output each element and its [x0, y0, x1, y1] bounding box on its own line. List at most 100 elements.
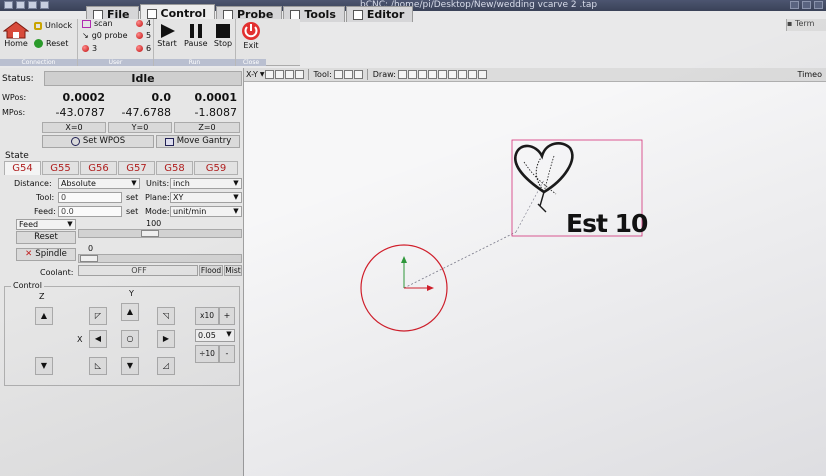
probe-icon[interactable] — [427, 70, 437, 79]
tool-set-button[interactable]: set — [126, 192, 138, 203]
pan-icon[interactable] — [343, 70, 353, 79]
set-wpos-button[interactable]: Set WPOS — [42, 135, 154, 148]
jog-home-button[interactable]: ○ — [121, 330, 139, 348]
arrow-left-icon: ◀ — [94, 334, 102, 343]
rapid-icon[interactable] — [447, 70, 457, 79]
gcode-canvas[interactable]: X-Y ▼ Tool: Draw: Timeo Est 10 — [244, 68, 826, 476]
workarea-icon[interactable] — [437, 70, 447, 79]
units-select[interactable]: inch ▼ — [170, 178, 242, 189]
zoom-out-icon[interactable] — [274, 70, 284, 79]
step-select[interactable]: 0.05 ▼ — [195, 329, 235, 342]
unlock-button[interactable]: Unlock — [34, 21, 72, 30]
folder-icon[interactable] — [16, 1, 25, 9]
step-plus-button[interactable]: + — [219, 307, 235, 325]
reset-button[interactable]: Reset — [34, 39, 68, 48]
slider-thumb[interactable] — [141, 230, 159, 237]
mpos-y: -47.6788 — [121, 105, 171, 119]
spindle-button[interactable]: ✕ Spindle — [16, 248, 76, 261]
plane-select[interactable]: XY ▼ — [170, 192, 242, 203]
user-button-4[interactable]: 4 — [136, 19, 151, 28]
quick-access-icons — [4, 1, 49, 9]
jog-z-down-button[interactable]: ▼ — [35, 357, 53, 375]
user-button-5[interactable]: 5 — [136, 31, 151, 40]
zoom-100-icon[interactable] — [294, 70, 304, 79]
tab-g55[interactable]: G55 — [42, 161, 79, 175]
close-window-icon[interactable] — [814, 1, 823, 9]
g0-probe-button[interactable]: ↘ g0 probe — [82, 31, 128, 40]
tab-g57[interactable]: G57 — [118, 161, 155, 175]
move-gantry-button[interactable]: Move Gantry — [156, 135, 240, 148]
step-multiply-button[interactable]: x10 — [195, 307, 219, 325]
step-minus-button[interactable]: - — [219, 345, 235, 363]
start-button[interactable]: Start — [157, 23, 177, 48]
arrow-up-left-icon: ◸ — [94, 311, 102, 320]
user-button-6[interactable]: 6 — [136, 44, 151, 53]
ruler-icon[interactable] — [353, 70, 363, 79]
home-button[interactable]: Home — [3, 21, 29, 48]
margin-icon[interactable] — [417, 70, 427, 79]
zero-x-button[interactable]: X=0 — [42, 122, 106, 133]
tab-editor[interactable]: Editor — [345, 6, 414, 22]
zoom-fit-icon[interactable] — [284, 70, 294, 79]
jog-z-up-button[interactable]: ▲ — [35, 307, 53, 325]
override-select[interactable]: Feed ▼ — [16, 219, 76, 230]
zero-y-button[interactable]: Y=0 — [108, 122, 172, 133]
arrow-down-right-icon: ◿ — [162, 361, 170, 370]
zero-z-button[interactable]: Z=0 — [174, 122, 240, 133]
grid-icon[interactable] — [407, 70, 417, 79]
tab-g56[interactable]: G56 — [80, 161, 117, 175]
feed-set-button[interactable]: set — [126, 206, 138, 217]
undo-icon[interactable] — [28, 1, 37, 9]
arrow-down-icon: ▼ — [40, 361, 48, 370]
arrow-up-icon: ▲ — [126, 307, 134, 316]
axes-icon[interactable] — [397, 70, 407, 79]
arrow-right-icon: ▶ — [162, 334, 170, 343]
flood-button[interactable]: Flood — [199, 265, 223, 276]
mpos-label: MPos: — [2, 107, 26, 117]
design-text: Est 10 — [566, 209, 648, 238]
exit-button[interactable]: Exit — [240, 21, 262, 50]
feed-override-slider[interactable] — [78, 229, 242, 238]
maximize-icon[interactable] — [802, 1, 811, 9]
feed-input[interactable]: 0.0 — [58, 206, 122, 217]
jog-down-left-button[interactable]: ◺ — [89, 357, 107, 375]
jog-x-right-button[interactable]: ▶ — [157, 330, 175, 348]
override-reset-button[interactable]: Reset — [16, 231, 76, 244]
jog-down-right-button[interactable]: ◿ — [157, 357, 175, 375]
tab-g59[interactable]: G59 — [194, 161, 238, 175]
step-divide-button[interactable]: ÷10 — [195, 345, 219, 363]
user-button-3[interactable]: 3 — [82, 44, 97, 53]
slider-thumb[interactable] — [80, 255, 98, 262]
zoom-in-icon[interactable] — [264, 70, 274, 79]
terminal-tab[interactable]: ▪ Term — [786, 19, 826, 31]
mist-button[interactable]: Mist — [224, 265, 242, 276]
mode-select[interactable]: unit/min ▼ — [170, 206, 242, 217]
control-icon — [146, 8, 157, 19]
dropdown-arrow-icon: ▼ — [233, 207, 239, 215]
pause-button[interactable]: Pause — [184, 23, 208, 48]
camera-icon[interactable] — [457, 70, 467, 79]
minimize-icon[interactable] — [790, 1, 799, 9]
tab-g54[interactable]: G54 — [4, 161, 41, 175]
jog-y-down-button[interactable]: ▼ — [121, 357, 139, 375]
jog-up-left-button[interactable]: ◸ — [89, 307, 107, 325]
distance-select[interactable]: Absolute ▼ — [58, 178, 140, 189]
stop-button[interactable]: Stop — [213, 23, 233, 48]
jog-y-up-button[interactable]: ▲ — [121, 303, 139, 321]
control-panel: Status: Idle WPos: 0.0002 0.0 0.0001 MPo… — [0, 68, 244, 476]
view-select[interactable]: X-Y — [246, 70, 258, 79]
redraw-icon[interactable] — [477, 70, 487, 79]
jog-up-right-button[interactable]: ◹ — [157, 307, 175, 325]
paths-icon[interactable] — [467, 70, 477, 79]
scan-button[interactable]: scan — [82, 19, 113, 28]
toolpath-drawing[interactable]: Est 10 — [244, 82, 826, 476]
save-icon[interactable] — [4, 1, 13, 9]
unlock-icon — [34, 21, 42, 30]
select-icon[interactable] — [333, 70, 343, 79]
spindle-slider[interactable] — [78, 254, 242, 263]
jog-x-left-button[interactable]: ◀ — [89, 330, 107, 348]
tool-input[interactable]: 0 — [58, 192, 122, 203]
redo-icon[interactable] — [40, 1, 49, 9]
spindle-value: 0 — [88, 244, 94, 253]
tab-g58[interactable]: G58 — [156, 161, 193, 175]
